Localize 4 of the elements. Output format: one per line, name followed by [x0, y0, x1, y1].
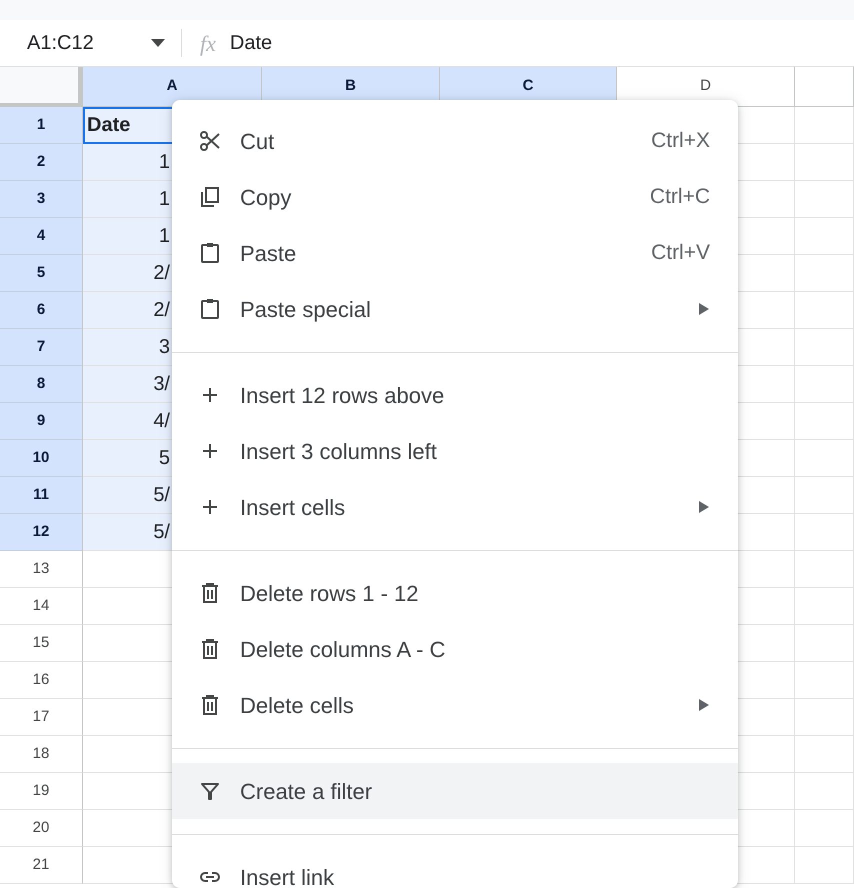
formula-icon: fx	[200, 26, 216, 60]
shortcut-text: Ctrl+V	[651, 240, 710, 266]
shortcut-text: Ctrl+C	[650, 184, 710, 210]
shortcut-text: Ctrl+X	[651, 128, 710, 154]
